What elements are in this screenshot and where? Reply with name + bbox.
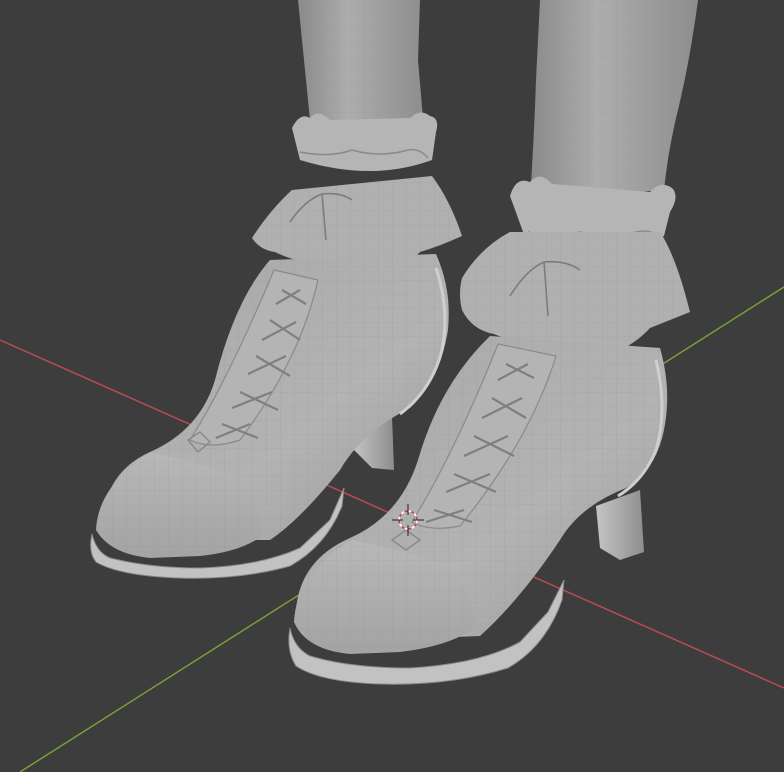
left-sock-frill[interactable] <box>252 112 462 276</box>
viewport-canvas[interactable] <box>0 0 784 772</box>
right-leg[interactable] <box>530 0 698 200</box>
right-sock-frill[interactable] <box>460 176 690 356</box>
3d-viewport[interactable] <box>0 0 784 772</box>
